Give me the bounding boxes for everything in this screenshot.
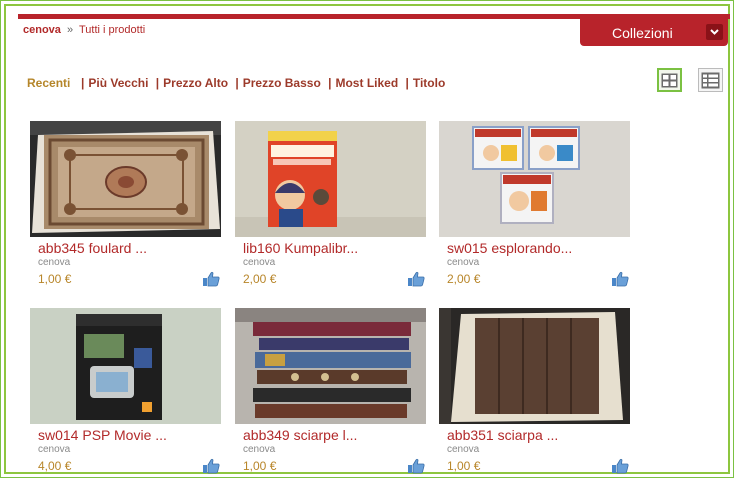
- product-seller[interactable]: cenova: [38, 257, 70, 268]
- product-price: 2,00 €: [447, 272, 481, 286]
- product-image-kumpalibre[interactable]: [235, 121, 426, 237]
- product-seller[interactable]: cenova: [38, 444, 70, 455]
- breadcrumb-home-link[interactable]: cenova: [23, 24, 61, 36]
- breadcrumb-current[interactable]: Tutti i prodotti: [79, 24, 145, 36]
- product-seller[interactable]: cenova: [243, 257, 275, 268]
- product-title[interactable]: abb349 sciarpe l...: [243, 427, 357, 443]
- product-price: 1,00 €: [243, 459, 277, 473]
- sort-option-recenti[interactable]: Recenti: [27, 76, 70, 90]
- list-view-button[interactable]: [698, 68, 723, 92]
- product-card[interactable]: abb345 foulard ... cenova 1,00 €: [30, 121, 221, 287]
- product-seller[interactable]: cenova: [447, 444, 479, 455]
- product-price: 4,00 €: [38, 459, 72, 473]
- product-title[interactable]: abb351 sciarpa ...: [447, 427, 558, 443]
- product-card[interactable]: sw015 esplorando... cenova 2,00 €: [439, 121, 630, 287]
- collections-button[interactable]: Collezioni: [580, 19, 728, 46]
- product-card[interactable]: abb349 sciarpe l... cenova 1,00 €: [235, 308, 426, 474]
- breadcrumb-separator: »: [66, 24, 74, 36]
- sort-option-piu-vecchi[interactable]: Più Vecchi: [88, 76, 148, 90]
- product-title[interactable]: abb345 foulard ...: [38, 240, 147, 256]
- product-seller[interactable]: cenova: [243, 444, 275, 455]
- chevron-down-icon: [706, 24, 723, 40]
- product-image-esplorando[interactable]: [439, 121, 630, 237]
- product-seller[interactable]: cenova: [447, 257, 479, 268]
- product-price: 1,00 €: [447, 459, 481, 473]
- like-icon[interactable]: [407, 458, 425, 474]
- product-title[interactable]: sw014 PSP Movie ...: [38, 427, 167, 443]
- grid-view-icon: [661, 73, 678, 87]
- sort-divider: |: [405, 76, 409, 90]
- collections-label: Collezioni: [612, 24, 673, 41]
- list-view-icon: [701, 72, 720, 88]
- sort-option-most-liked[interactable]: Most Liked: [335, 76, 398, 90]
- sort-divider: |: [328, 76, 332, 90]
- sort-option-prezzo-basso[interactable]: Prezzo Basso: [243, 76, 321, 90]
- sort-option-prezzo-alto[interactable]: Prezzo Alto: [163, 76, 228, 90]
- sort-option-titolo[interactable]: Titolo: [413, 76, 445, 90]
- breadcrumb: cenova » Tutti i prodotti: [23, 24, 145, 36]
- product-price: 1,00 €: [38, 272, 72, 286]
- product-image-foulard[interactable]: [30, 121, 221, 237]
- like-icon[interactable]: [611, 458, 629, 474]
- product-image-sciarpe[interactable]: [235, 308, 426, 424]
- product-title[interactable]: lib160 Kumpalibr...: [243, 240, 358, 256]
- sort-divider: |: [235, 76, 239, 90]
- sort-divider: |: [77, 76, 85, 90]
- like-icon[interactable]: [202, 458, 220, 474]
- like-icon[interactable]: [611, 271, 629, 287]
- product-card[interactable]: abb351 sciarpa ... cenova 1,00 €: [439, 308, 630, 474]
- grid-view-button[interactable]: [657, 68, 682, 92]
- like-icon[interactable]: [202, 271, 220, 287]
- product-price: 2,00 €: [243, 272, 277, 286]
- sort-divider: |: [155, 76, 160, 90]
- product-card[interactable]: sw014 PSP Movie ... cenova 4,00 €: [30, 308, 221, 474]
- product-image-sciarpa[interactable]: [439, 308, 630, 424]
- product-image-psp-movie[interactable]: [30, 308, 221, 424]
- product-card[interactable]: lib160 Kumpalibr... cenova 2,00 €: [235, 121, 426, 287]
- like-icon[interactable]: [407, 271, 425, 287]
- product-title[interactable]: sw015 esplorando...: [447, 240, 572, 256]
- sort-bar: Recenti | Più Vecchi | Prezzo Alto | Prezzo…: [27, 76, 445, 90]
